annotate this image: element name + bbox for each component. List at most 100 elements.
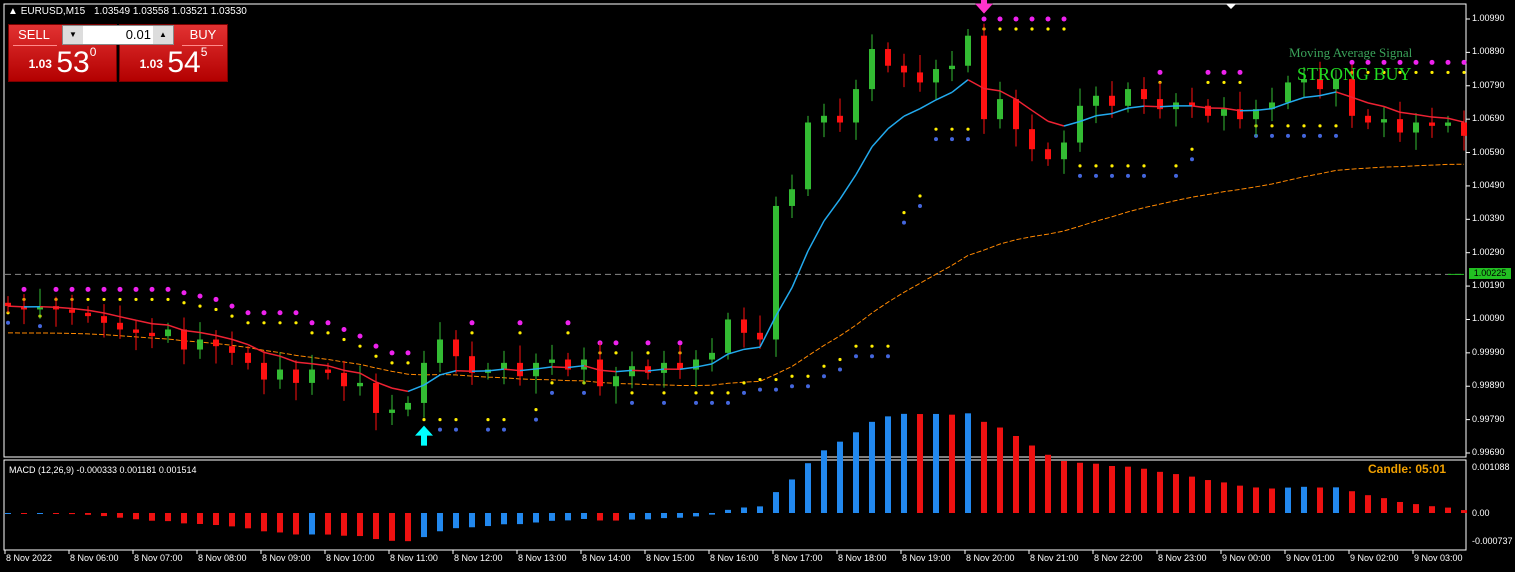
time-tick-label: 8 Nov 13:00 — [518, 553, 567, 563]
buy-price-prefix: 1.03 — [139, 57, 163, 71]
sar-dot — [470, 331, 474, 335]
candle-body — [645, 366, 651, 373]
resistance-dot — [517, 320, 523, 326]
resistance-dot — [133, 286, 139, 292]
fast-ma-segment — [1303, 94, 1321, 99]
macd-bar — [757, 506, 763, 513]
resistance-dot — [1013, 16, 1019, 22]
sar-dot — [1062, 27, 1066, 31]
support-dot — [38, 324, 42, 329]
sell-price-main: 53 — [56, 46, 90, 79]
sar-dot — [518, 331, 522, 335]
fast-ma-segment — [631, 369, 649, 372]
macd-bar — [421, 513, 427, 538]
fast-ma-segment — [487, 368, 505, 372]
buy-label: BUY — [189, 27, 217, 42]
candle-body — [181, 329, 187, 350]
time-tick-label: 8 Nov 06:00 — [70, 553, 119, 563]
fast-ma-segment — [1127, 105, 1145, 109]
sar-dot — [486, 418, 490, 422]
macd-bar — [805, 463, 811, 513]
resistance-dot — [357, 333, 363, 339]
time-tick-label: 9 Nov 02:00 — [1350, 553, 1399, 563]
price-tick-label: 1.00790 — [1472, 79, 1505, 90]
fast-ma-segment — [1159, 105, 1177, 108]
sar-dot — [454, 418, 458, 422]
macd-bar — [485, 513, 491, 527]
sar-dot — [150, 297, 154, 302]
price-tick-label: 0.99890 — [1472, 380, 1505, 391]
macd-bar — [277, 513, 283, 533]
resistance-dot — [1029, 16, 1035, 22]
macd-bar — [981, 421, 987, 513]
time-tick-label: 8 Nov 18:00 — [838, 553, 887, 563]
shift-marker-icon[interactable] — [1226, 4, 1236, 9]
fast-ma-segment — [311, 363, 329, 367]
fast-ma-segment — [247, 343, 265, 354]
support-dot — [630, 400, 634, 405]
macd-bar — [437, 513, 443, 532]
sar-dot — [262, 321, 266, 325]
macd-bar — [1173, 474, 1179, 513]
candle-body — [549, 359, 555, 363]
sar-dot — [630, 391, 634, 395]
resistance-dot — [981, 16, 987, 22]
macd-bar — [389, 513, 395, 541]
support-dot — [902, 220, 906, 225]
candle-body — [325, 369, 331, 373]
fast-ma-segment — [903, 108, 921, 117]
macd-bar — [1029, 445, 1035, 513]
candle-body — [1109, 95, 1115, 106]
sar-dot — [998, 27, 1002, 31]
support-dot — [1142, 173, 1146, 178]
sar-dot — [646, 351, 650, 355]
resistance-dot — [213, 296, 219, 302]
sell-label: SELL — [18, 27, 50, 42]
macd-bar — [85, 513, 91, 515]
support-dot — [1334, 133, 1338, 138]
support-dot — [854, 354, 858, 359]
candle-body — [949, 65, 955, 70]
lot-increase-icon[interactable]: ▲ — [153, 26, 173, 44]
chart-canvas[interactable] — [0, 0, 1515, 572]
sar-dot — [1094, 164, 1098, 168]
candle-body — [901, 65, 907, 73]
sar-dot — [742, 381, 746, 385]
time-tick-label: 8 Nov 2022 — [6, 553, 53, 563]
support-dot — [534, 417, 538, 422]
candle-body — [1061, 142, 1067, 160]
macd-bar — [1285, 487, 1291, 513]
macd-bar — [773, 492, 779, 513]
macd-bar — [709, 513, 715, 515]
macd-bar — [1381, 498, 1387, 513]
lot-size-stepper[interactable]: ▼ 0.01 ▲ — [62, 25, 174, 45]
macd-bar — [373, 513, 379, 540]
candle-body — [1141, 89, 1147, 100]
lot-input[interactable]: 0.01 — [85, 27, 151, 42]
fast-ma-segment — [215, 334, 233, 341]
lot-decrease-icon[interactable]: ▼ — [63, 26, 83, 44]
support-dot — [502, 427, 506, 432]
candle-body — [789, 189, 795, 206]
macd-bar — [1461, 510, 1467, 513]
macd-bar — [741, 507, 747, 513]
fast-ma-segment — [279, 355, 297, 363]
resistance-dot — [613, 340, 619, 346]
macd-bar — [325, 513, 331, 535]
macd-bar — [837, 441, 843, 513]
macd-bar — [453, 513, 459, 529]
resistance-dot — [1461, 59, 1467, 65]
resistance-dot — [677, 340, 683, 346]
resistance-dot — [1445, 59, 1451, 65]
sar-dot — [1286, 124, 1290, 128]
fast-ma-segment — [1399, 111, 1417, 116]
fast-ma-segment — [87, 309, 105, 314]
collapse-icon[interactable]: ▲ — [8, 6, 18, 17]
sar-dot — [886, 344, 890, 348]
sar-dot — [214, 307, 218, 312]
candle-body — [1125, 89, 1131, 106]
fast-ma-segment — [359, 372, 377, 383]
support-dot — [966, 137, 970, 142]
sar-dot — [342, 337, 346, 342]
fast-ma-segment — [871, 128, 889, 148]
